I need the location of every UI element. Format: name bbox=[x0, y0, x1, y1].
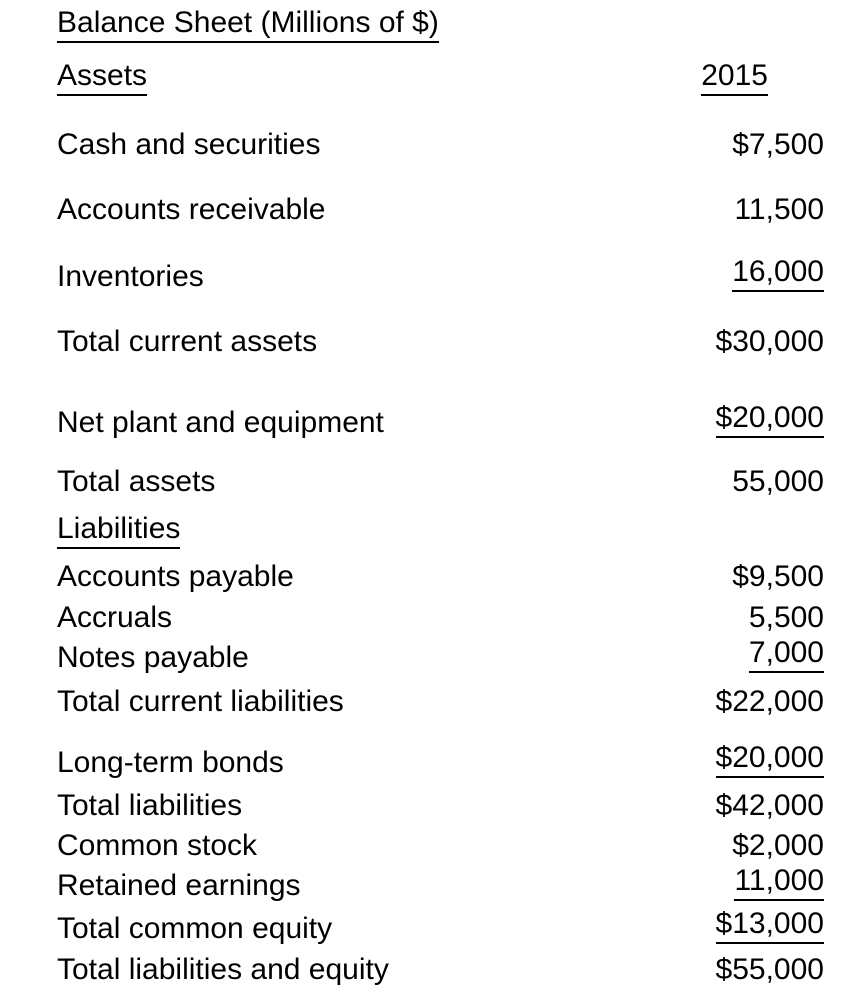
row-label: Inventories bbox=[57, 260, 204, 293]
row-label: Notes payable bbox=[57, 641, 249, 674]
row-value: 16,000 bbox=[732, 257, 824, 292]
row-value: $2,000 bbox=[732, 829, 824, 862]
page-title: Balance Sheet (Millions of $) bbox=[57, 8, 439, 43]
row-value: $7,500 bbox=[732, 128, 824, 161]
row-label: Total current liabilities bbox=[57, 685, 344, 718]
row-value: $22,000 bbox=[715, 685, 824, 718]
row-label: Retained earnings bbox=[57, 869, 301, 902]
row-label: Total common equity bbox=[57, 912, 333, 945]
row-label: Long-term bonds bbox=[57, 746, 284, 779]
row-label: Total assets bbox=[57, 465, 216, 498]
row-value: 5,500 bbox=[748, 601, 824, 634]
row-label: Cash and securities bbox=[57, 128, 321, 161]
row-value: $9,500 bbox=[732, 560, 824, 593]
row-value: 11,500 bbox=[734, 193, 824, 226]
row-value: 55,000 bbox=[732, 465, 824, 498]
row-label: Accounts payable bbox=[57, 560, 294, 593]
row-value: $20,000 bbox=[715, 743, 824, 778]
row-label: Total current assets bbox=[57, 325, 318, 358]
row-label: Total liabilities and equity bbox=[57, 953, 389, 986]
row-label: Net plant and equipment bbox=[57, 406, 384, 439]
row-label: Accounts receivable bbox=[57, 193, 326, 226]
row-label: Accruals bbox=[57, 601, 173, 634]
row-value: $20,000 bbox=[715, 403, 824, 438]
row-value: $13,000 bbox=[715, 909, 824, 944]
row-value: 7,000 bbox=[748, 638, 824, 673]
section-header-liabilities: Liabilities bbox=[57, 514, 181, 549]
row-label: Total liabilities bbox=[57, 789, 243, 822]
column-header-year: 2015 bbox=[701, 61, 768, 96]
section-header-assets: Assets bbox=[57, 61, 148, 96]
row-label: Common stock bbox=[57, 829, 258, 862]
balance-sheet-document: Balance Sheet (Millions of $) Assets 201… bbox=[0, 0, 862, 1006]
row-value: $30,000 bbox=[715, 325, 824, 358]
row-value: $42,000 bbox=[715, 789, 824, 822]
row-value: $55,000 bbox=[715, 953, 824, 986]
row-value: 11,000 bbox=[734, 866, 824, 901]
